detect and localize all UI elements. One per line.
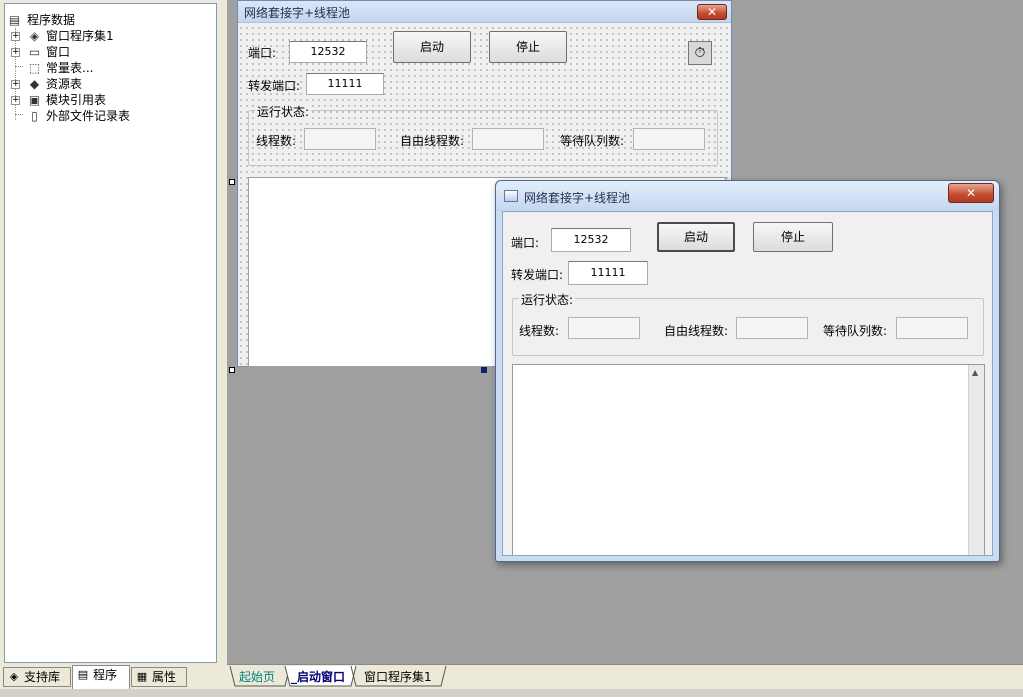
- tree-item-label: 常量表...: [46, 61, 94, 75]
- forward-port-label: 转发端口:: [511, 268, 564, 282]
- queue-label: 等待队列数:: [560, 134, 625, 148]
- free-threads-label: 自由线程数:: [400, 134, 465, 148]
- tree-connector: [15, 28, 16, 120]
- timer-glyph: ⏱: [694, 45, 706, 61]
- left-panel-tabs: ◈ 支持库 ▤ 程序 ▦ 属性: [0, 665, 227, 689]
- threads-field[interactable]: [568, 317, 640, 339]
- cube-icon: ⬚: [28, 61, 41, 75]
- tab-program[interactable]: ▤ 程序: [72, 665, 130, 689]
- tab-label: 程序: [93, 668, 118, 682]
- tab-startup-window[interactable]: _启动窗口: [291, 668, 345, 686]
- expand-icon[interactable]: +: [11, 80, 20, 89]
- module-icon: ▣: [28, 93, 41, 107]
- start-button[interactable]: 启动: [393, 31, 471, 63]
- port-label: 端口:: [511, 236, 540, 250]
- queue-field[interactable]: [896, 317, 968, 339]
- status-group-title: 运行状态:: [519, 291, 576, 308]
- tree-root-label: 程序数据: [27, 13, 76, 27]
- start-button-label: 启动: [419, 40, 444, 54]
- close-glyph: ✕: [965, 186, 977, 200]
- tree-item-label: 窗口程序集1: [46, 29, 114, 43]
- status-bar: [0, 689, 1023, 697]
- layers-icon: ◈: [29, 29, 40, 43]
- preview-window[interactable]: 网络套接字+线程池 ✕ 端口: 12532 启动 停止 转发端口: 11111 …: [495, 180, 1000, 562]
- tree-connector: [15, 114, 23, 115]
- queue-field[interactable]: [633, 128, 705, 150]
- threads-label: 线程数:: [519, 324, 560, 338]
- status-group-title: 运行状态:: [255, 103, 312, 120]
- queue-label: 等待队列数:: [823, 324, 888, 338]
- preview-client-area: 端口: 12532 启动 停止 转发端口: 11111 运行状态: 线程数: 自…: [502, 211, 993, 556]
- threads-label: 线程数:: [256, 134, 297, 148]
- expand-icon[interactable]: +: [11, 96, 20, 105]
- tab-properties[interactable]: ▦ 属性: [131, 667, 187, 687]
- scroll-up-icon[interactable]: ▲: [972, 368, 978, 377]
- preview-titlebar[interactable]: 网络套接字+线程池 ✕: [496, 181, 999, 211]
- tab-start-page[interactable]: 起始页: [239, 668, 275, 686]
- tree-item-label: 模块引用表: [46, 93, 107, 107]
- port-input[interactable]: 12532: [551, 228, 631, 252]
- tab-support-library[interactable]: ◈ 支持库: [3, 667, 71, 687]
- tree-connector: [15, 66, 23, 67]
- port-label: 端口:: [248, 46, 277, 60]
- document-icon: ▯: [31, 109, 38, 123]
- close-icon[interactable]: ✕: [948, 183, 994, 203]
- window-icon: ▭: [28, 45, 41, 59]
- program-data-icon: ▤: [8, 13, 21, 27]
- stop-button[interactable]: 停止: [489, 31, 567, 63]
- log-textbox[interactable]: ▲: [512, 364, 985, 555]
- forward-port-input[interactable]: 11111: [568, 261, 648, 285]
- stop-button-label: 停止: [515, 40, 540, 54]
- vertical-scrollbar[interactable]: ▲: [968, 365, 984, 555]
- design-form-title: 网络套接字+线程池: [244, 6, 351, 20]
- app-icon: [504, 190, 518, 202]
- free-threads-field[interactable]: [736, 317, 808, 339]
- port-input[interactable]: 12532: [289, 41, 367, 63]
- tab-label: 支持库: [24, 670, 61, 684]
- program-icon: ▤: [77, 668, 89, 681]
- timer-icon[interactable]: ⏱: [688, 41, 712, 65]
- resource-icon: ◆: [29, 77, 40, 91]
- close-glyph: ✕: [706, 5, 718, 19]
- start-button[interactable]: 启动: [657, 222, 735, 252]
- layers-icon: ◈: [9, 670, 19, 683]
- left-panel: ▤ 程序数据 + ◈ 窗口程序集1 + ▭ 窗口 ⬚ 常量表... + ◆ 资源…: [0, 0, 227, 689]
- tab-label: 属性: [152, 670, 177, 684]
- expand-icon[interactable]: +: [11, 48, 20, 57]
- free-threads-label: 自由线程数:: [664, 324, 729, 338]
- preview-title: 网络套接字+线程池: [524, 191, 631, 205]
- resize-handle[interactable]: [229, 367, 235, 373]
- tree-item-label: 资源表: [46, 77, 83, 91]
- design-form-titlebar[interactable]: 网络套接字+线程池 ✕: [238, 1, 731, 23]
- tab-window-assembly[interactable]: 窗口程序集1: [364, 668, 432, 686]
- port-value: 12532: [573, 233, 609, 246]
- tree-item-label: 外部文件记录表: [46, 109, 131, 123]
- resize-handle[interactable]: [229, 179, 235, 185]
- tree-item-label: 窗口: [46, 45, 71, 59]
- free-threads-field[interactable]: [472, 128, 544, 150]
- resize-handle[interactable]: [481, 367, 487, 373]
- expand-icon[interactable]: +: [11, 32, 20, 41]
- forward-port-value: 11111: [327, 77, 363, 90]
- port-value: 12532: [310, 45, 346, 58]
- stop-button-label: 停止: [780, 230, 805, 244]
- forward-port-input[interactable]: 11111: [306, 73, 384, 95]
- stop-button[interactable]: 停止: [753, 222, 833, 252]
- close-icon[interactable]: ✕: [697, 4, 727, 20]
- properties-icon: ▦: [136, 670, 148, 683]
- threads-field[interactable]: [304, 128, 376, 150]
- document-tabs: 起始页 _启动窗口 窗口程序集1: [227, 664, 1023, 689]
- forward-port-value: 11111: [590, 266, 626, 279]
- project-tree[interactable]: ▤ 程序数据 + ◈ 窗口程序集1 + ▭ 窗口 ⬚ 常量表... + ◆ 资源…: [4, 3, 217, 663]
- start-button-label: 启动: [683, 230, 708, 244]
- forward-port-label: 转发端口:: [248, 79, 301, 93]
